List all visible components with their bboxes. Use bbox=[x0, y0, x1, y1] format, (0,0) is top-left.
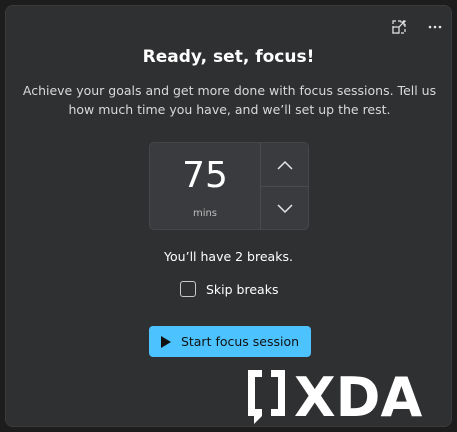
duration-stepper: 75 mins bbox=[149, 142, 309, 230]
skip-breaks-checkbox[interactable] bbox=[180, 281, 196, 297]
more-options-icon bbox=[428, 25, 442, 29]
pin-window-button[interactable] bbox=[386, 14, 412, 40]
play-icon bbox=[160, 335, 171, 348]
page-description: Achieve your goals and get more done wit… bbox=[22, 83, 437, 117]
breaks-summary: You’ll have 2 breaks. bbox=[164, 249, 293, 264]
start-focus-session-label: Start focus session bbox=[180, 334, 300, 349]
skip-breaks-label: Skip breaks bbox=[206, 281, 279, 297]
more-options-button[interactable] bbox=[422, 14, 448, 40]
chevron-up-icon bbox=[276, 160, 293, 170]
duration-value-field[interactable]: 75 mins bbox=[150, 143, 260, 229]
chevron-down-icon bbox=[276, 203, 293, 213]
xda-watermark-logo: XDA bbox=[248, 366, 422, 428]
start-focus-session-button[interactable]: Start focus session bbox=[149, 326, 311, 357]
pin-window-icon bbox=[392, 20, 406, 34]
skip-breaks-option[interactable]: Skip breaks bbox=[180, 279, 278, 299]
duration-unit: mins bbox=[192, 208, 218, 219]
increase-duration-button[interactable] bbox=[261, 143, 308, 186]
decrease-duration-button[interactable] bbox=[261, 187, 308, 230]
page-title: Ready, set, focus! bbox=[142, 47, 315, 67]
duration-value: 75 bbox=[182, 155, 228, 196]
xda-watermark-text: XDA bbox=[294, 366, 422, 428]
